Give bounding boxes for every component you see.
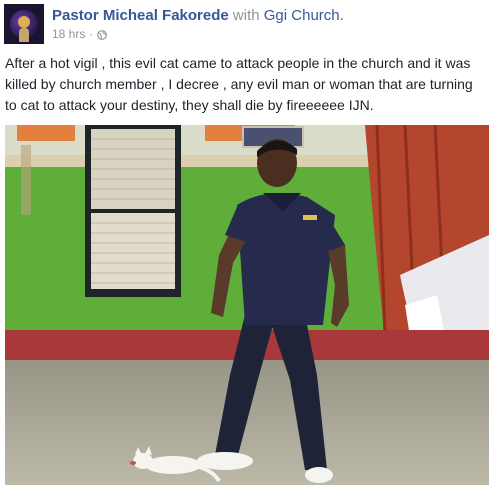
group-name-link[interactable]: Ggi Church.: [264, 7, 344, 24]
globe-icon[interactable]: [97, 29, 108, 40]
author-avatar[interactable]: [4, 4, 44, 44]
meta-separator: ·: [89, 27, 94, 41]
post-photo[interactable]: [5, 125, 489, 485]
post-meta: 18 hrs ·: [52, 27, 108, 41]
with-text: with: [232, 7, 260, 24]
post-header: Pastor Micheal Fakorede with Ggi Church.: [52, 7, 344, 24]
avatar-glow: [18, 16, 30, 28]
author-name-link[interactable]: Pastor Micheal Fakorede: [52, 7, 229, 24]
post-timestamp-link[interactable]: 18 hrs: [52, 27, 85, 41]
post-caption: After a hot vigil , this evil cat came t…: [5, 55, 473, 113]
facebook-post: Pastor Micheal Fakorede with Ggi Church.…: [0, 0, 489, 485]
avatar-figure: [19, 28, 29, 42]
